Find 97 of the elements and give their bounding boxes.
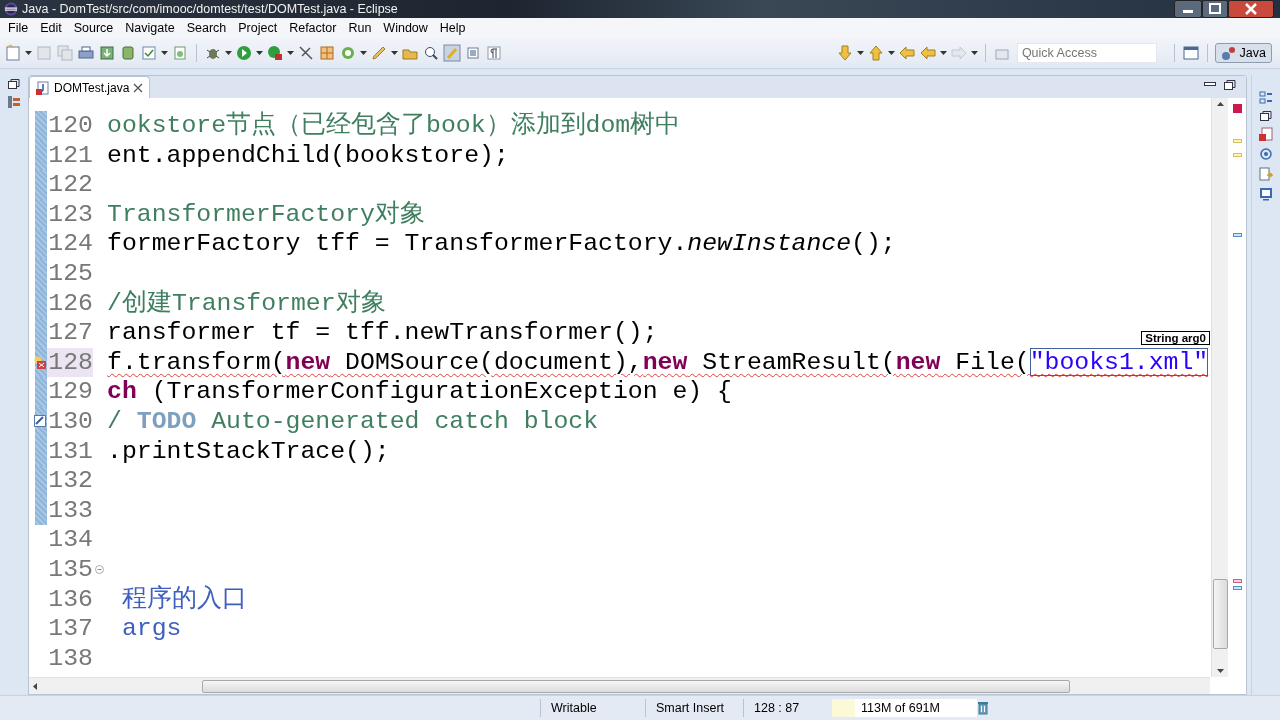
quick-access-field[interactable]: Quick Access: [1016, 43, 1157, 63]
dropdown-caret-icon[interactable]: [971, 51, 978, 55]
dropdown-caret-icon[interactable]: [161, 51, 168, 55]
code-line: ookstore节点（已经包含了book）添加到dom树中: [106, 111, 681, 141]
restore-icon[interactable]: [1260, 111, 1272, 121]
minimize-icon[interactable]: [1174, 0, 1202, 18]
dropdown-caret-icon[interactable]: [25, 51, 32, 55]
editor-tab[interactable]: DOMTest.java: [29, 76, 151, 98]
java-perspective-button[interactable]: Java: [1214, 43, 1272, 63]
line-number: 122: [47, 170, 93, 200]
dropdown-caret-icon[interactable]: [359, 51, 367, 55]
line-number: 124: [47, 229, 93, 259]
code-line: /创建Transformer对象: [106, 288, 386, 319]
menu-item[interactable]: Refactor: [283, 21, 343, 35]
pilcrow-icon[interactable]: [484, 44, 503, 62]
garbage-collect-icon[interactable]: [977, 701, 989, 715]
insert-mode-status: Smart Insert: [645, 699, 743, 717]
dropdown-caret-icon[interactable]: [940, 51, 947, 55]
menu-item[interactable]: Help: [433, 21, 472, 35]
package-explorer-icon[interactable]: [7, 95, 21, 109]
line-number: 135: [47, 554, 93, 585]
problems-icon[interactable]: [1259, 127, 1273, 141]
line-number: 127: [47, 318, 93, 348]
menu-item[interactable]: Source: [67, 21, 120, 35]
code-line: formerFactory tff = TransformerFactory.newInstance();: [106, 229, 896, 259]
line-number: 134: [47, 525, 93, 555]
code-line: TransformerFactory对象: [106, 199, 425, 230]
maximize-icon[interactable]: [1224, 80, 1236, 90]
line-number: 121: [47, 140, 93, 171]
code-line: ransformer tf = tff.newTransformer();: [106, 318, 658, 348]
close-icon[interactable]: [1228, 0, 1274, 18]
console-icon[interactable]: [1259, 187, 1273, 201]
code-line: ent.appendChild(bookstore);: [106, 140, 509, 171]
minimize-icon[interactable]: [1204, 80, 1216, 88]
restore-icon[interactable]: [8, 79, 20, 89]
line-number: 126: [47, 288, 93, 319]
menu-item[interactable]: Edit: [34, 21, 68, 35]
javadoc-icon[interactable]: [1259, 147, 1273, 161]
menu-item[interactable]: Window: [377, 21, 434, 35]
window-title: Java - DomTest/src/com/imooc/domtest/test/DOMTest.java - Eclipse: [22, 2, 399, 16]
code-line: / TODO Auto-generated catch block: [106, 406, 599, 437]
line-number: 136: [47, 584, 93, 615]
collapse-icon[interactable]: [94, 565, 104, 575]
scroll-left-icon[interactable]: [33, 682, 37, 690]
java-file-error-icon: [36, 80, 50, 95]
menu-item[interactable]: File: [2, 21, 35, 35]
scroll-down-icon[interactable]: [1216, 669, 1224, 673]
grid-icon[interactable]: [317, 44, 336, 62]
cursor-position: 128 : 87: [743, 699, 824, 717]
vertical-scrollbar[interactable]: [1211, 98, 1228, 677]
line-number: 120: [47, 111, 93, 141]
dropdown-caret-icon[interactable]: [888, 51, 895, 55]
line-number: 129: [47, 377, 93, 407]
parameter-hint: String arg0: [1141, 331, 1210, 345]
menu-item[interactable]: Run: [342, 21, 378, 35]
dropdown-caret-icon[interactable]: [286, 51, 294, 55]
line-number: 138: [47, 643, 93, 674]
line-number: 125: [47, 258, 93, 289]
maximize-icon[interactable]: [1202, 0, 1228, 18]
line-number: 123: [47, 199, 93, 230]
scroll-up-icon[interactable]: [1216, 102, 1224, 106]
error-summary-icon: [1232, 104, 1242, 113]
code-line: .printStackTrace();: [106, 436, 390, 467]
code-line: ch (TransformerConfigurationException e) {: [106, 377, 732, 407]
download-icon[interactable]: [98, 44, 116, 62]
line-number: 131: [47, 436, 93, 467]
annotation-mark-icon: [1232, 233, 1242, 237]
close-icon[interactable]: [133, 82, 144, 93]
dropdown-caret-icon[interactable]: [390, 51, 398, 55]
heap-status: 113M of 691M: [860, 701, 940, 715]
line-number: 132: [47, 466, 93, 496]
line-number: 128: [47, 347, 93, 378]
scrollbar-thumb[interactable]: [1212, 579, 1228, 649]
dropdown-caret-icon[interactable]: [857, 51, 864, 55]
outline-icon[interactable]: [1259, 91, 1273, 105]
code-line: args: [120, 614, 182, 644]
code-line: 程序的入口: [120, 584, 247, 615]
line-number: 130: [47, 406, 93, 437]
run-external-icon[interactable]: [265, 44, 284, 62]
checkbox-icon[interactable]: [140, 44, 158, 62]
code-line: f.transform(new DOMSource(document),new StreamResult(new File("books1.xml": [106, 347, 1209, 378]
horizontal-scrollbar[interactable]: [29, 677, 1210, 694]
menu-item[interactable]: Search: [180, 21, 233, 35]
line-number: 133: [47, 495, 93, 526]
writable-status: Writable: [540, 699, 645, 717]
line-number: 137: [47, 614, 93, 644]
annotation-mark-icon: [1232, 586, 1242, 590]
open-perspective-icon[interactable]: [1181, 44, 1200, 62]
menu-item[interactable]: Navigate: [119, 21, 181, 35]
declaration-icon[interactable]: [1259, 167, 1273, 181]
dropdown-caret-icon[interactable]: [255, 51, 263, 55]
print-icon[interactable]: [77, 44, 95, 62]
java-perspective-icon: [1220, 45, 1237, 61]
dropdown-caret-icon[interactable]: [224, 51, 232, 55]
menu-item[interactable]: Project: [232, 21, 284, 35]
error-mark-icon: [1232, 579, 1242, 583]
scrollbar-thumb[interactable]: [202, 679, 1070, 693]
